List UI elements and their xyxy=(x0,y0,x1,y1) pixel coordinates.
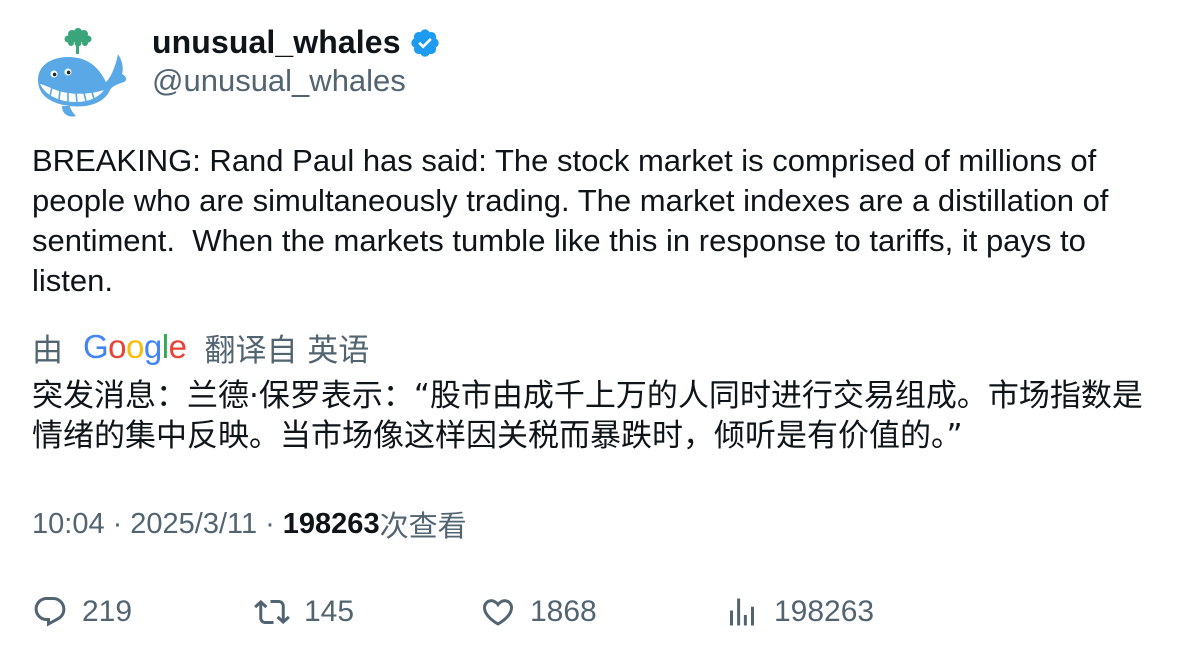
tweet-text: BREAKING: Rand Paul has said: The stock … xyxy=(32,143,1118,298)
views-action-count: 198263 xyxy=(774,595,875,628)
avatar[interactable] xyxy=(32,24,128,120)
views-button[interactable]: 198263 xyxy=(724,590,874,634)
tweet-meta: 10:04 · 2025/3/11 · 198263 次查看 xyxy=(32,504,467,544)
retweet-icon xyxy=(254,599,290,625)
heart-icon xyxy=(482,599,514,626)
views-count: 198263 xyxy=(282,507,380,540)
display-name[interactable]: unusual_whales xyxy=(152,24,401,61)
reply-button[interactable]: 219 xyxy=(32,590,132,634)
like-button[interactable]: 1868 xyxy=(480,590,597,634)
meta-separator: · xyxy=(265,507,275,540)
retweet-count: 145 xyxy=(304,595,355,628)
views-label: 次查看 xyxy=(379,509,467,543)
translated-text: 突发消息：兰德·保罗表示：“股市由成千上万的人同时进行交易组成。市场指数是情绪的… xyxy=(32,378,1143,454)
user-handle[interactable]: @unusual_whales xyxy=(152,62,441,100)
reply-icon xyxy=(34,597,66,627)
translation-prefix: 由 xyxy=(32,332,63,369)
verified-badge-icon[interactable] xyxy=(409,27,441,59)
google-logo: Google xyxy=(83,328,187,365)
whale-logo-icon xyxy=(38,28,127,117)
translation-attribution: 由 Google 翻译自 英语 xyxy=(32,325,369,370)
tweet-date[interactable]: 2025/3/11 xyxy=(130,508,257,541)
name-row: unusual_whales xyxy=(152,22,441,62)
bar-chart-icon xyxy=(730,598,754,626)
reply-count: 219 xyxy=(82,595,133,628)
action-bar: 219 145 1868 198263 xyxy=(32,590,1172,634)
translation-suffix[interactable]: 翻译自 英语 xyxy=(204,325,369,370)
tweet-time[interactable]: 10:04 xyxy=(32,508,105,541)
meta-separator: · xyxy=(112,507,123,540)
author-block: unusual_whales @unusual_whales xyxy=(152,22,441,100)
retweet-button[interactable]: 145 xyxy=(254,590,354,634)
like-count: 1868 xyxy=(530,595,597,628)
